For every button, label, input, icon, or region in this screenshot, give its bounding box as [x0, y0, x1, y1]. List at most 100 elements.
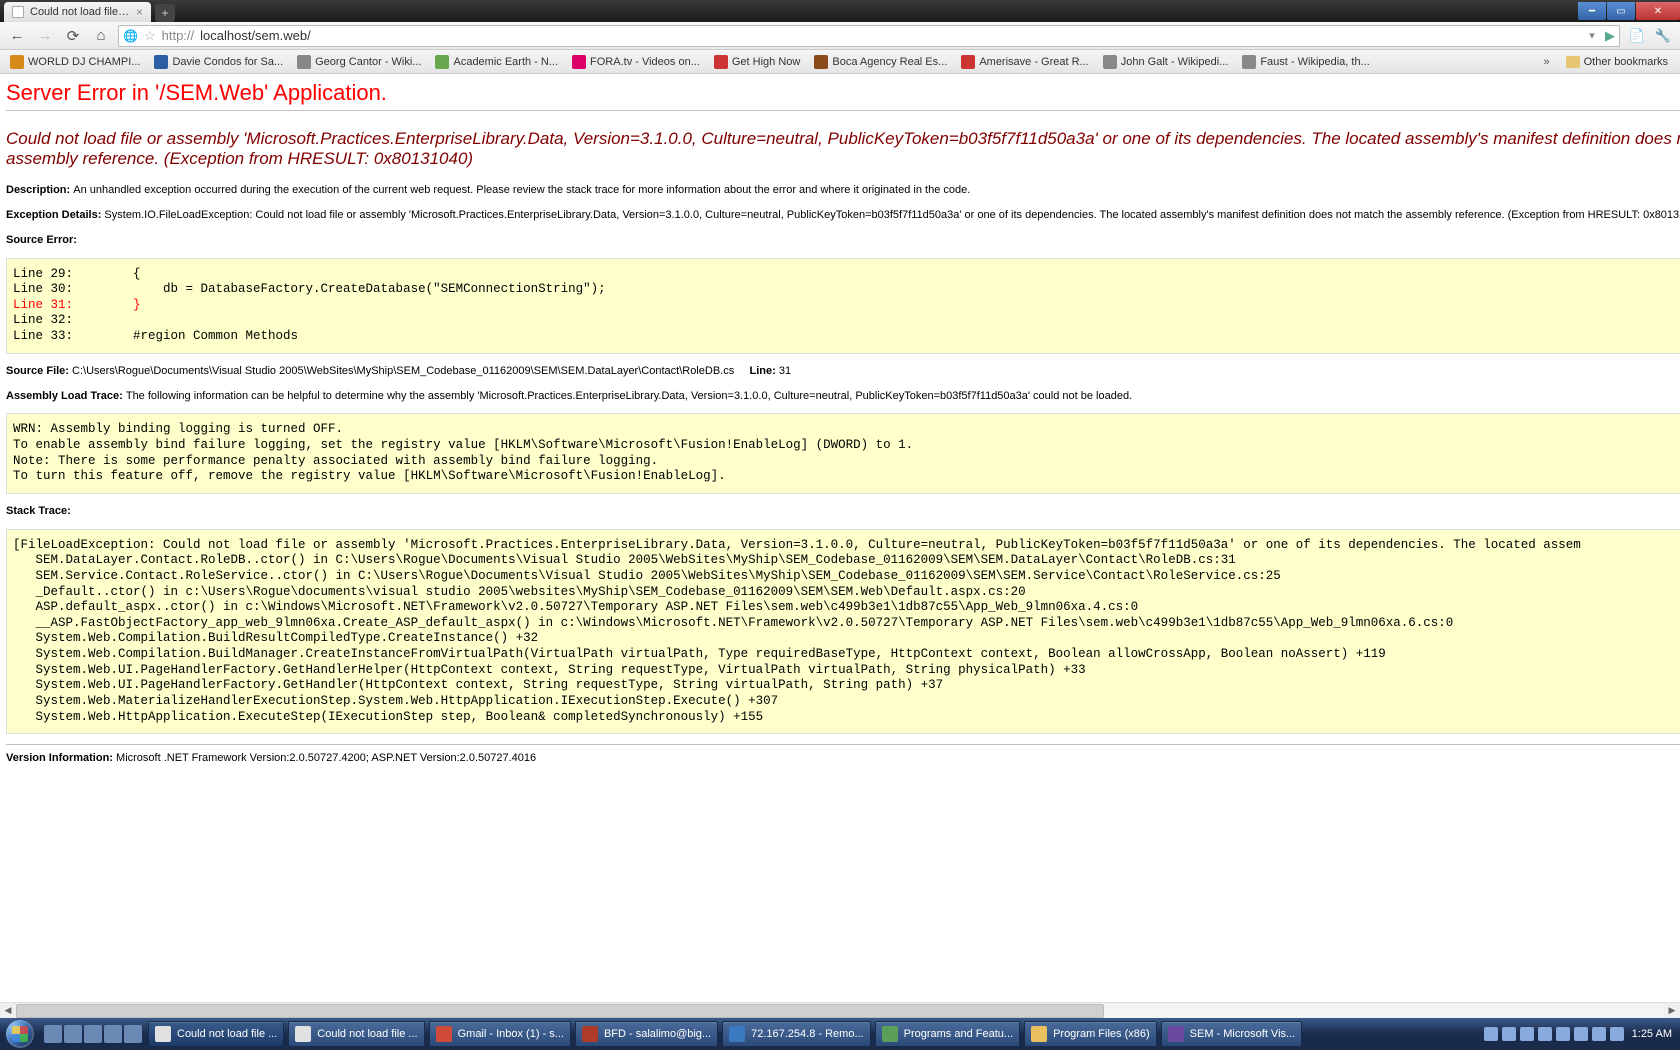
page-menu-icon[interactable]: 📄: [1626, 25, 1648, 47]
scroll-thumb[interactable]: [16, 1004, 1104, 1018]
bookmark-label: John Galt - Wikipedi...: [1121, 56, 1229, 68]
page-viewport: Server Error in '/SEM.Web' Application. …: [0, 74, 1680, 1018]
back-button[interactable]: ←: [6, 25, 28, 47]
content-scroll[interactable]: Server Error in '/SEM.Web' Application. …: [0, 74, 1680, 1018]
start-button[interactable]: [0, 1018, 40, 1050]
home-button[interactable]: ⌂: [90, 25, 112, 47]
favicon-icon: [1103, 55, 1117, 69]
exception-text: System.IO.FileLoadException: Could not l…: [104, 209, 1680, 221]
bookmark-item[interactable]: Davie Condos for Sa...: [148, 53, 289, 71]
browser-tab-active[interactable]: Could not load file or ass... ×: [4, 2, 151, 22]
quick-launch: [40, 1025, 146, 1043]
quick-launch-icon[interactable]: [104, 1025, 122, 1043]
bookmark-item[interactable]: Faust - Wikipedia, th...: [1236, 53, 1375, 71]
taskbar-item[interactable]: Gmail - Inbox (1) - s...: [429, 1021, 571, 1047]
bookmark-item[interactable]: Amerisave - Great R...: [955, 53, 1094, 71]
favicon-icon: [961, 55, 975, 69]
tray-icon[interactable]: [1556, 1027, 1570, 1041]
taskbar-item-label: Could not load file ...: [177, 1028, 277, 1040]
error-subtitle: Could not load file or assembly 'Microso…: [6, 129, 1680, 169]
window-maximize-button[interactable]: ▭: [1607, 2, 1635, 20]
browser-tab-strip: Could not load file or ass... × +: [0, 0, 175, 22]
window-controls: ━ ▭ ✕: [1578, 0, 1680, 22]
app-icon: [155, 1026, 171, 1042]
taskbar-item[interactable]: BFD - salalimo@big...: [575, 1021, 718, 1047]
taskbar-clock[interactable]: 1:25 AM: [1632, 1028, 1672, 1040]
tray-icon[interactable]: [1538, 1027, 1552, 1041]
bookmark-label: Georg Cantor - Wiki...: [315, 56, 421, 68]
new-tab-button[interactable]: +: [155, 4, 175, 22]
taskbar-item[interactable]: Program Files (x86): [1024, 1021, 1157, 1047]
quick-launch-icon[interactable]: [44, 1025, 62, 1043]
other-bookmarks-label: Other bookmarks: [1584, 56, 1668, 68]
scroll-right-button[interactable]: ▶: [1664, 1003, 1680, 1019]
scroll-left-button[interactable]: ◀: [0, 1003, 16, 1019]
stack-trace-box: [FileLoadException: Could not load file …: [6, 529, 1680, 735]
tray-icon[interactable]: [1574, 1027, 1588, 1041]
close-icon[interactable]: ×: [136, 5, 143, 19]
reload-button[interactable]: ⟳: [62, 25, 84, 47]
quick-launch-icon[interactable]: [124, 1025, 142, 1043]
bookmark-item[interactable]: Georg Cantor - Wiki...: [291, 53, 427, 71]
taskbar-item[interactable]: Could not load file ...: [288, 1021, 424, 1047]
taskbar-item[interactable]: Could not load file ...: [148, 1021, 284, 1047]
quick-launch-icon[interactable]: [64, 1025, 82, 1043]
tray-icon[interactable]: [1520, 1027, 1534, 1041]
url-input[interactable]: [200, 28, 1579, 43]
folder-icon: [1566, 56, 1580, 68]
forward-button[interactable]: →: [34, 25, 56, 47]
quick-launch-icon[interactable]: [84, 1025, 102, 1043]
favicon-icon: [572, 55, 586, 69]
taskbar-item[interactable]: 72.167.254.8 - Remo...: [722, 1021, 871, 1047]
taskbar-item-label: BFD - salalimo@big...: [604, 1028, 711, 1040]
dropdown-icon[interactable]: ▾: [1585, 25, 1599, 47]
address-bar[interactable]: 🌐 ☆ http:// ▾ ▶: [118, 25, 1620, 47]
bookmark-item[interactable]: Boca Agency Real Es...: [808, 53, 953, 71]
bookmark-label: WORLD DJ CHAMPI...: [28, 56, 140, 68]
window-minimize-button[interactable]: ━: [1578, 2, 1606, 20]
stack-trace-label: Stack Trace:: [6, 505, 71, 517]
taskbar-item[interactable]: SEM - Microsoft Vis...: [1161, 1021, 1303, 1047]
favicon-icon: [154, 55, 168, 69]
bookmark-item[interactable]: FORA.tv - Videos on...: [566, 53, 706, 71]
line-number: 31: [779, 365, 791, 377]
load-trace-label: Assembly Load Trace:: [6, 390, 123, 402]
scroll-track[interactable]: [16, 1004, 1664, 1018]
bookmarks-overflow[interactable]: »: [1538, 56, 1556, 68]
taskbar-item-label: Could not load file ...: [317, 1028, 417, 1040]
other-bookmarks-button[interactable]: Other bookmarks: [1558, 56, 1676, 68]
window-close-button[interactable]: ✕: [1636, 2, 1680, 20]
taskbar-item-label: Programs and Featu...: [904, 1028, 1013, 1040]
load-trace-text: The following information can be helpful…: [126, 390, 1132, 402]
description-label: Description:: [6, 184, 70, 196]
go-icon[interactable]: ▶: [1605, 28, 1615, 44]
bookmark-item[interactable]: John Galt - Wikipedi...: [1097, 53, 1235, 71]
taskbar-item-label: SEM - Microsoft Vis...: [1190, 1028, 1296, 1040]
windows-orb-icon: [6, 1020, 34, 1048]
bookmark-star-icon[interactable]: ☆: [144, 28, 156, 44]
bookmark-label: Get High Now: [732, 56, 800, 68]
bookmark-label: Academic Earth - N...: [453, 56, 558, 68]
version-text: Microsoft .NET Framework Version:2.0.507…: [116, 752, 536, 764]
tray-icon[interactable]: [1502, 1027, 1516, 1041]
wrench-icon[interactable]: 🔧: [1652, 25, 1674, 47]
divider: [6, 110, 1680, 111]
bookmark-item[interactable]: Academic Earth - N...: [429, 53, 564, 71]
bookmark-label: Davie Condos for Sa...: [172, 56, 283, 68]
tray-icon[interactable]: [1592, 1027, 1606, 1041]
taskbar-item-label: 72.167.254.8 - Remo...: [751, 1028, 864, 1040]
taskbar-item-label: Gmail - Inbox (1) - s...: [458, 1028, 564, 1040]
favicon-icon: [1242, 55, 1256, 69]
horizontal-scrollbar[interactable]: ◀ ▶: [0, 1002, 1680, 1018]
bookmark-label: Boca Agency Real Es...: [832, 56, 947, 68]
aspnet-error-page: Server Error in '/SEM.Web' Application. …: [0, 74, 1680, 778]
source-error-code: Line 29: { Line 30: db = DatabaseFactory…: [6, 258, 1680, 354]
tray-icon[interactable]: [1610, 1027, 1624, 1041]
windows-taskbar: Could not load file ... Could not load fi…: [0, 1018, 1680, 1050]
tray-icon[interactable]: [1484, 1027, 1498, 1041]
exception-label: Exception Details:: [6, 209, 101, 221]
bookmark-item[interactable]: Get High Now: [708, 53, 806, 71]
bookmark-item[interactable]: WORLD DJ CHAMPI...: [4, 53, 146, 71]
taskbar-item[interactable]: Programs and Featu...: [875, 1021, 1020, 1047]
source-file-text: C:\Users\Rogue\Documents\Visual Studio 2…: [72, 365, 734, 377]
